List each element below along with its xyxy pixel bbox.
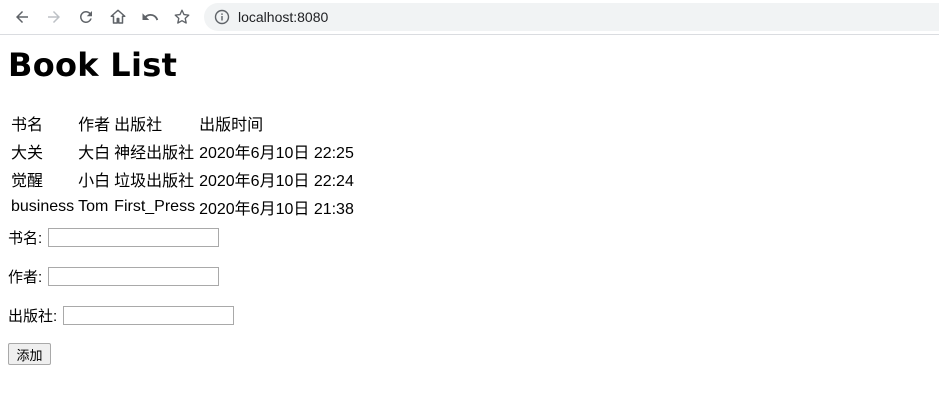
back-icon[interactable] bbox=[10, 5, 34, 29]
book-name-input[interactable] bbox=[48, 228, 220, 247]
table-row: 大关 大白 神经出版社 2020年6月10日 22:25 bbox=[10, 138, 355, 164]
header-book-name: 书名 bbox=[11, 117, 44, 134]
cell-publisher: 垃圾出版社 bbox=[114, 173, 195, 190]
table-row: business Tom First_Press 2020年6月10日 21:3… bbox=[10, 194, 355, 220]
author-input[interactable] bbox=[48, 267, 220, 286]
browser-toolbar: localhost:8080 bbox=[0, 0, 939, 35]
cell-book-name: 大关 bbox=[11, 145, 44, 162]
undo-icon[interactable] bbox=[138, 5, 162, 29]
publisher-input[interactable] bbox=[63, 306, 235, 325]
cell-publisher: 神经出版社 bbox=[114, 145, 195, 162]
cell-publish-time: 2020年6月10日 22:24 bbox=[199, 173, 354, 190]
cell-book-name: business bbox=[11, 198, 75, 215]
cell-book-name: 觉醒 bbox=[11, 173, 44, 190]
cell-author: 小白 bbox=[78, 173, 111, 190]
reload-icon[interactable] bbox=[74, 5, 98, 29]
add-button[interactable]: 添加 bbox=[8, 343, 51, 365]
table-row: 觉醒 小白 垃圾出版社 2020年6月10日 22:24 bbox=[10, 166, 355, 192]
author-row: 作者: bbox=[8, 266, 220, 287]
publisher-label: 出版社: bbox=[8, 308, 58, 325]
book-name-row: 书名: bbox=[8, 227, 220, 248]
publisher-row: 出版社: bbox=[8, 305, 235, 326]
cell-publisher: First_Press bbox=[114, 198, 196, 215]
address-bar[interactable]: localhost:8080 bbox=[204, 3, 939, 31]
cell-publish-time: 2020年6月10日 22:25 bbox=[199, 145, 354, 162]
cell-author: Tom bbox=[78, 198, 109, 215]
info-icon[interactable] bbox=[214, 9, 230, 25]
cell-author: 大白 bbox=[78, 145, 111, 162]
book-name-label: 书名: bbox=[8, 230, 43, 247]
header-publish-time: 出版时间 bbox=[199, 117, 264, 134]
header-publisher: 出版社 bbox=[114, 117, 163, 134]
author-label: 作者: bbox=[8, 269, 43, 286]
header-author: 作者 bbox=[78, 117, 111, 134]
page-title: Book List bbox=[8, 46, 178, 84]
forward-icon[interactable] bbox=[42, 5, 66, 29]
home-icon[interactable] bbox=[106, 5, 130, 29]
table-header-row: 书名 作者 出版社 出版时间 bbox=[10, 110, 355, 136]
url-text[interactable]: localhost:8080 bbox=[238, 9, 328, 25]
book-table: 书名 作者 出版社 出版时间 大关 大白 神经出版社 2020年6月10日 22… bbox=[8, 108, 357, 222]
cell-publish-time: 2020年6月10日 21:38 bbox=[199, 201, 354, 218]
bookmark-star-icon[interactable] bbox=[170, 5, 194, 29]
